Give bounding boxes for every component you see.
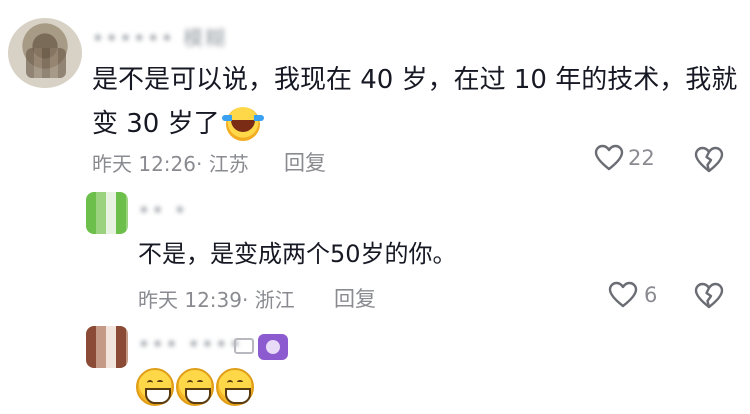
reply2-username[interactable]: ••• •••• bbox=[138, 332, 243, 356]
comment-text-line1: 是不是可以说，我现在 40 岁，在过 10 年的技术，我就 bbox=[92, 65, 738, 95]
level-badge-icon bbox=[258, 334, 288, 360]
heart-outline-icon bbox=[608, 281, 638, 309]
crying-laughing-emoji-icon bbox=[221, 107, 264, 141]
grinning-emoji-icon bbox=[216, 368, 254, 406]
reply1-text: 不是，是变成两个50岁的你。 bbox=[138, 240, 457, 268]
reply2-emoji-row bbox=[136, 368, 254, 406]
comment-reply-button[interactable]: 回复 bbox=[284, 147, 326, 177]
reply1-username[interactable]: •• • bbox=[138, 198, 188, 222]
reply1-like-count: 6 bbox=[644, 283, 658, 307]
broken-heart-icon bbox=[694, 282, 724, 310]
commenter-username[interactable]: •••••• 模糊 bbox=[92, 22, 227, 51]
reply1-dislike-button[interactable] bbox=[694, 282, 724, 310]
gift-icon bbox=[234, 338, 254, 354]
comment-dislike-button[interactable] bbox=[694, 146, 724, 174]
comment-text-line2: 变 30 岁了 bbox=[92, 109, 220, 139]
comment-like-button[interactable]: 22 bbox=[594, 144, 655, 172]
heart-outline-icon bbox=[594, 144, 624, 172]
grinning-emoji-icon bbox=[176, 368, 214, 406]
grinning-emoji-icon bbox=[136, 368, 174, 406]
reply1-like-button[interactable]: 6 bbox=[608, 281, 657, 309]
reply2-avatar[interactable] bbox=[86, 326, 128, 368]
commenter-avatar[interactable] bbox=[8, 18, 82, 88]
reply1-meta: 昨天 12:39· 浙江 bbox=[138, 288, 295, 312]
broken-heart-icon bbox=[694, 146, 724, 174]
reply1-reply-button[interactable]: 回复 bbox=[334, 283, 376, 313]
reply1-avatar[interactable] bbox=[86, 192, 128, 234]
comment-meta: 昨天 12:26· 江苏 bbox=[92, 152, 249, 176]
comment-text-line2-row: 变 30 岁了 bbox=[92, 102, 264, 146]
comment-like-count: 22 bbox=[628, 146, 655, 170]
